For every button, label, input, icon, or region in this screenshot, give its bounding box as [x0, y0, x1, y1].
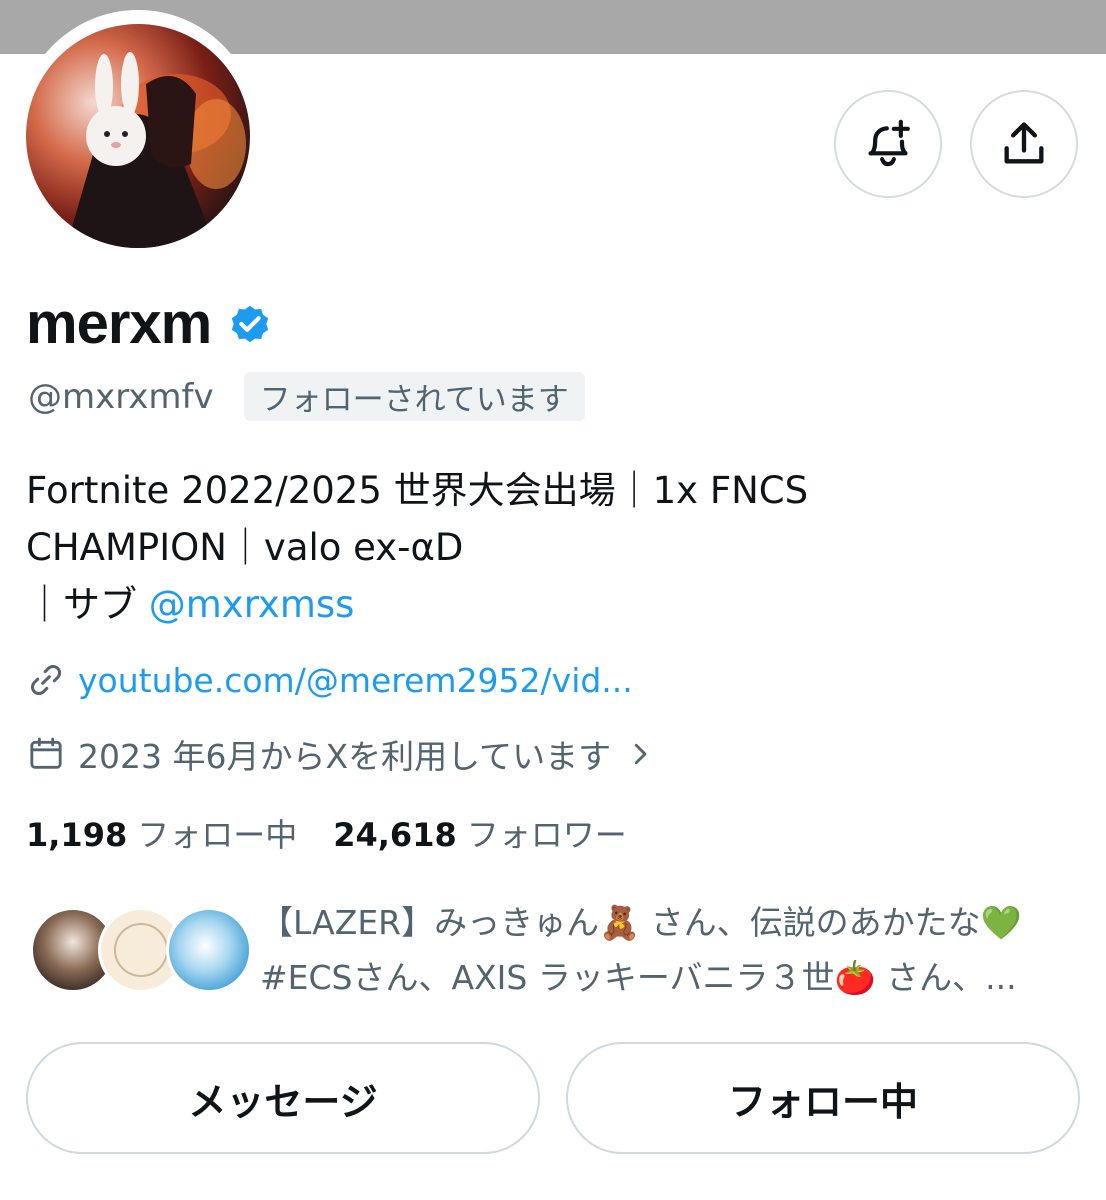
followed-by-section[interactable]: 【LAZER】みっきゅん🧸 さん、伝説のあかたな💚 #ECSさん、AXIS ラッ… — [26, 895, 1086, 1005]
following-label: フォロー中 — [137, 816, 298, 854]
bio-line-2: CHAMPION｜valo ex-αD — [26, 526, 464, 569]
bio-line-3: ｜サブ @mxrxmss — [26, 576, 1066, 633]
followed-by-text: 【LAZER】みっきゅん🧸 さん、伝説のあかたな💚 #ECSさん、AXIS ラッ… — [260, 895, 1080, 1005]
bell-plus-icon — [868, 119, 910, 167]
handle-row: @mxrxmfv フォローされています — [28, 372, 585, 421]
following-count: 1,198 — [26, 816, 128, 854]
website-link[interactable]: youtube.com/@merem2952/vid... — [78, 661, 633, 700]
followers-label: フォロワー — [466, 816, 627, 854]
display-name: merxm — [26, 291, 212, 356]
profile-avatar[interactable] — [26, 24, 250, 248]
followed-by-line-2: #ECSさん、AXIS ラッキーバニラ３世🍅 さん、... — [260, 958, 1017, 997]
bio-line-3-prefix: ｜サブ — [26, 583, 149, 626]
avatar-illustration — [66, 52, 246, 248]
verified-badge-icon[interactable] — [227, 301, 273, 347]
share-button[interactable] — [970, 90, 1078, 198]
link-icon — [30, 664, 62, 696]
message-button[interactable]: メッセージ — [26, 1042, 540, 1154]
chevron-right-icon — [634, 743, 647, 765]
calendar-icon — [30, 737, 62, 769]
followers-stat[interactable]: 24,618 フォロワー — [333, 810, 627, 856]
bio-line-1: Fortnite 2022/2025 世界大会出場｜1x FNCS — [26, 469, 809, 512]
following-stat[interactable]: 1,198 フォロー中 — [26, 810, 297, 856]
follower-avatar-3 — [166, 907, 252, 993]
followers-count: 24,618 — [333, 816, 457, 854]
website-row: youtube.com/@merem2952/vid... — [26, 660, 633, 700]
user-handle: @mxrxmfv — [28, 376, 214, 417]
joined-row[interactable]: 2023 年6月からXを利用しています — [26, 730, 655, 778]
follow-stats: 1,198 フォロー中 24,618 フォロワー — [26, 810, 627, 856]
notify-button[interactable] — [834, 90, 942, 198]
bio-mention-link[interactable]: @mxrxmss — [149, 583, 355, 626]
joined-date: 2023 年6月からXを利用しています — [78, 737, 612, 776]
following-button[interactable]: フォロー中 — [566, 1042, 1080, 1154]
share-icon — [1004, 122, 1044, 164]
followed-by-line-1: 【LAZER】みっきゅん🧸 さん、伝説のあかたな💚 — [260, 903, 1022, 942]
name-row: merxm — [26, 290, 273, 357]
follows-you-badge: フォローされています — [243, 372, 585, 421]
profile-bio: Fortnite 2022/2025 世界大会出場｜1x FNCS CHAMPI… — [26, 462, 1066, 633]
